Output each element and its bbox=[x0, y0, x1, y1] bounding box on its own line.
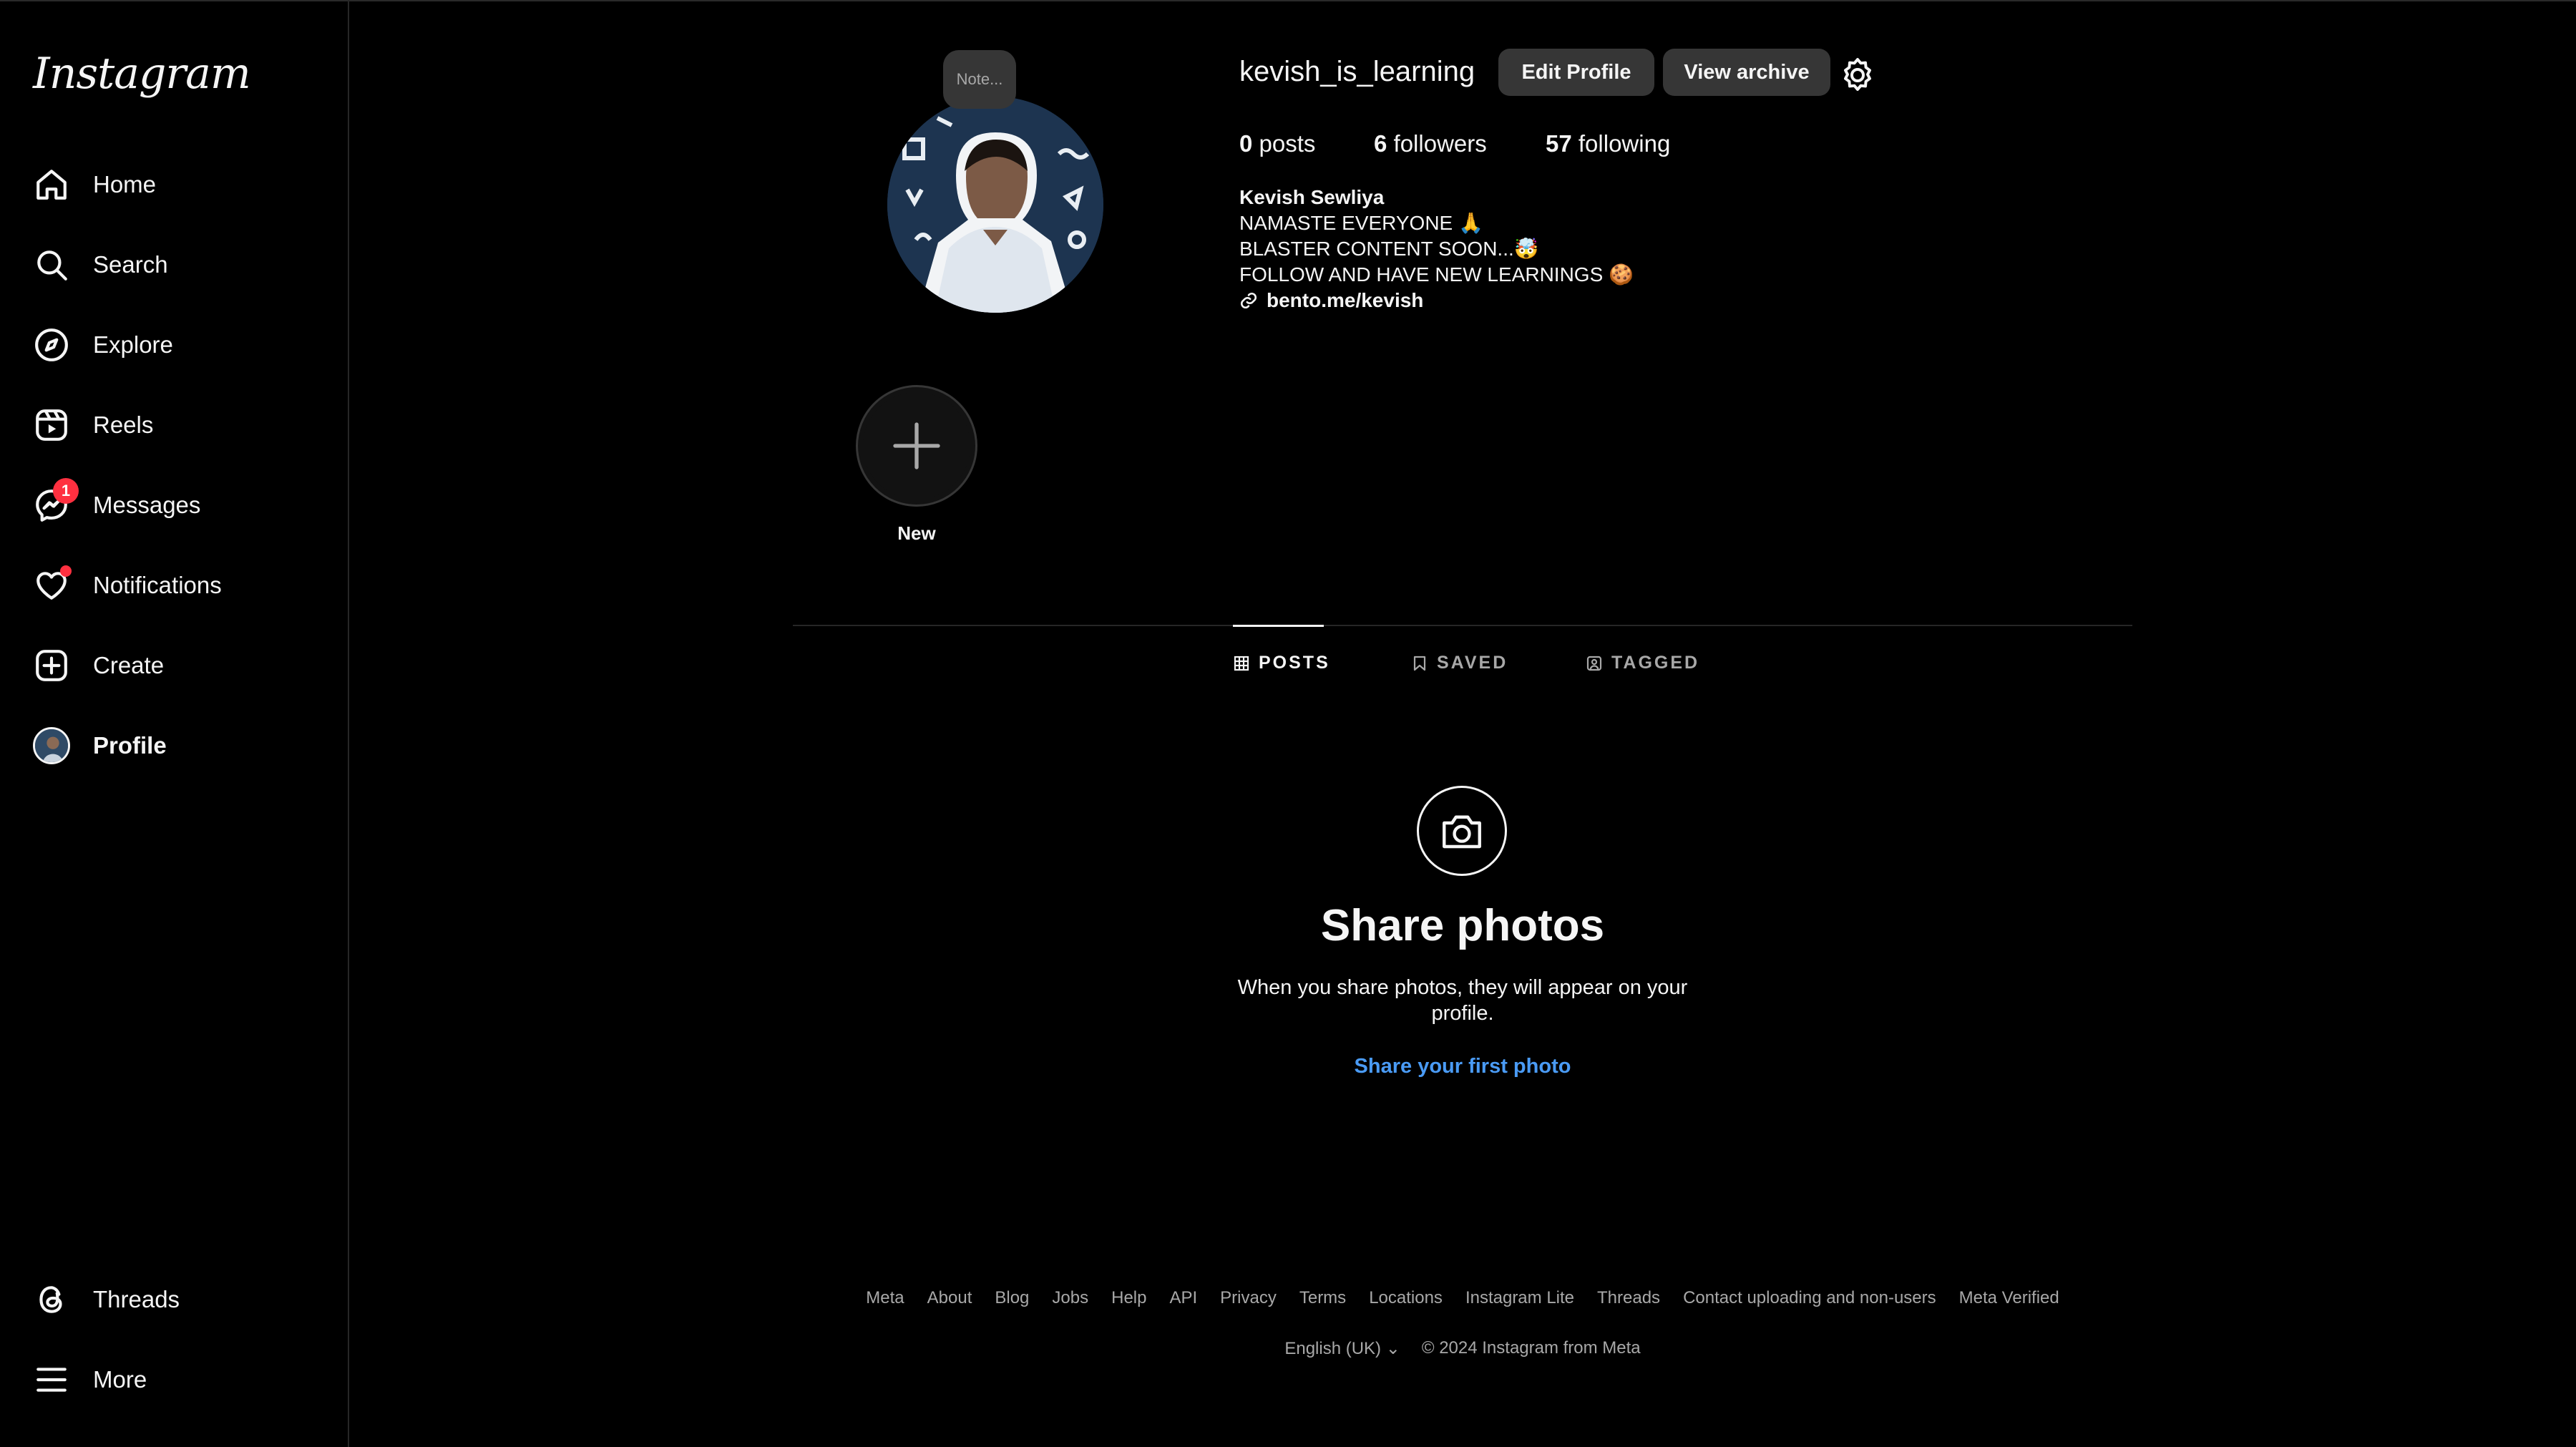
sidebar-item-messages[interactable]: 1 Messages bbox=[16, 471, 331, 540]
sidebar-item-threads[interactable]: Threads bbox=[16, 1265, 331, 1334]
chevron-down-icon: ⌄ bbox=[1385, 1339, 1400, 1358]
threads-icon bbox=[33, 1281, 70, 1318]
footer-link[interactable]: Jobs bbox=[1052, 1288, 1088, 1308]
footer-link[interactable]: Terms bbox=[1299, 1288, 1346, 1308]
tag-icon bbox=[1586, 656, 1602, 671]
footer-link[interactable]: Privacy bbox=[1220, 1288, 1277, 1308]
note-bubble[interactable]: Note... bbox=[943, 50, 1016, 109]
grid-icon bbox=[1234, 656, 1249, 671]
messenger-icon: 1 bbox=[33, 478, 79, 524]
sidebar-item-create[interactable]: Create bbox=[16, 631, 331, 700]
footer-link[interactable]: Help bbox=[1111, 1288, 1146, 1308]
plus-icon bbox=[893, 422, 940, 469]
sidebar-item-reels[interactable]: Reels bbox=[16, 391, 331, 459]
footer-link[interactable]: Meta bbox=[866, 1288, 904, 1308]
tab-saved[interactable]: SAVED bbox=[1411, 653, 1508, 673]
sidebar-item-label: Notifications bbox=[93, 572, 222, 598]
tab-label: SAVED bbox=[1437, 653, 1508, 673]
empty-state-title: Share photos bbox=[1320, 901, 1605, 950]
compass-icon bbox=[33, 326, 70, 364]
footer-link[interactable]: Blog bbox=[995, 1288, 1029, 1308]
sidebar-item-label: Profile bbox=[93, 732, 167, 759]
sidebar-item-label: Create bbox=[93, 652, 165, 678]
footer-bottom: English (UK) ⌄ © 2024 Instagram from Met… bbox=[1073, 1338, 1852, 1359]
profile-bio: Kevish Sewliya NAMASTE EVERYONE 🙏 BLASTE… bbox=[1239, 185, 1634, 313]
footer-link[interactable]: Locations bbox=[1369, 1288, 1443, 1308]
empty-state-description: When you share photos, they will appear … bbox=[1237, 976, 1688, 1025]
footer-link[interactable]: Meta Verified bbox=[1959, 1288, 2059, 1308]
sidebar-item-label: Search bbox=[93, 251, 168, 278]
sidebar: Instagram Home Search Explore Reels 1 Me… bbox=[0, 0, 349, 1447]
profile-full-name: Kevish Sewliya bbox=[1239, 186, 1385, 208]
bio-link-text: bento.me/kevish bbox=[1267, 289, 1424, 311]
sidebar-item-more[interactable]: More bbox=[16, 1345, 331, 1414]
tabs-divider bbox=[793, 625, 2132, 626]
followers-count: 6 bbox=[1374, 130, 1387, 157]
search-icon bbox=[33, 246, 70, 283]
language-label: English (UK) bbox=[1284, 1339, 1382, 1358]
following-stat[interactable]: 57 following bbox=[1546, 130, 1670, 157]
tab-label: TAGGED bbox=[1611, 653, 1700, 673]
menu-icon bbox=[33, 1361, 70, 1398]
bio-line: BLASTER CONTENT SOON...🤯 bbox=[1239, 238, 1539, 260]
profile-picture[interactable] bbox=[887, 97, 1103, 313]
footer-link[interactable]: Contact uploading and non-users bbox=[1683, 1288, 1936, 1308]
view-archive-button[interactable]: View archive bbox=[1663, 49, 1830, 96]
sidebar-item-search[interactable]: Search bbox=[16, 230, 331, 299]
footer-link[interactable]: Instagram Lite bbox=[1465, 1288, 1574, 1308]
bio-line: FOLLOW AND HAVE NEW LEARNINGS 🍪 bbox=[1239, 263, 1634, 286]
sidebar-item-label: More bbox=[93, 1366, 147, 1393]
share-first-photo-link[interactable]: Share your first photo bbox=[1248, 1055, 1677, 1078]
followers-stat[interactable]: 6 followers bbox=[1374, 130, 1487, 157]
tab-posts[interactable]: POSTS bbox=[1233, 653, 1330, 673]
footer-link[interactable]: About bbox=[927, 1288, 972, 1308]
bio-line: NAMASTE EVERYONE 🙏 bbox=[1239, 212, 1483, 234]
sidebar-item-explore[interactable]: Explore bbox=[16, 311, 331, 379]
edit-profile-button[interactable]: Edit Profile bbox=[1498, 49, 1654, 96]
language-select[interactable]: English (UK) ⌄ bbox=[1284, 1338, 1400, 1359]
notification-dot bbox=[60, 565, 72, 577]
new-highlight-button[interactable] bbox=[856, 385, 977, 507]
messages-badge: 1 bbox=[53, 478, 79, 504]
tab-tagged[interactable]: TAGGED bbox=[1586, 653, 1699, 673]
new-highlight-label: New bbox=[897, 522, 936, 544]
following-count: 57 bbox=[1546, 130, 1572, 157]
footer-link[interactable]: API bbox=[1169, 1288, 1197, 1308]
sidebar-item-label: Reels bbox=[93, 411, 154, 438]
bookmark-icon bbox=[1413, 656, 1426, 671]
profile-username: kevish_is_learning bbox=[1239, 56, 1475, 87]
following-label: following bbox=[1578, 130, 1671, 157]
avatar bbox=[33, 727, 70, 764]
heart-icon bbox=[33, 565, 72, 604]
settings-gear-icon[interactable] bbox=[1840, 57, 1875, 92]
camera-upload-button[interactable] bbox=[1417, 786, 1507, 876]
reels-icon bbox=[33, 406, 70, 444]
bio-link[interactable]: bento.me/kevish bbox=[1239, 288, 1634, 313]
followers-label: followers bbox=[1393, 130, 1487, 157]
footer-link[interactable]: Threads bbox=[1597, 1288, 1660, 1308]
sidebar-item-profile[interactable]: Profile bbox=[16, 711, 331, 780]
link-icon bbox=[1240, 292, 1257, 309]
sidebar-item-label: Explore bbox=[93, 331, 173, 358]
camera-icon bbox=[1443, 815, 1481, 849]
sidebar-item-notifications[interactable]: Notifications bbox=[16, 551, 331, 620]
home-icon bbox=[33, 166, 70, 203]
sidebar-item-label: Messages bbox=[93, 492, 201, 518]
sidebar-item-label: Home bbox=[93, 171, 157, 198]
active-tab-indicator bbox=[1233, 625, 1324, 627]
footer-links: Meta About Blog Jobs Help API Privacy Te… bbox=[787, 1288, 2138, 1308]
window-top-border bbox=[0, 0, 2576, 1]
plus-square-icon bbox=[33, 647, 70, 684]
posts-stat: 0 posts bbox=[1239, 130, 1315, 157]
posts-count: 0 bbox=[1239, 130, 1253, 157]
tab-label: POSTS bbox=[1259, 653, 1330, 673]
posts-label: posts bbox=[1259, 130, 1316, 157]
copyright: © 2024 Instagram from Meta bbox=[1421, 1338, 1641, 1358]
sidebar-item-home[interactable]: Home bbox=[16, 150, 331, 219]
sidebar-item-label: Threads bbox=[93, 1286, 180, 1312]
instagram-logo[interactable]: Instagram bbox=[33, 49, 251, 99]
